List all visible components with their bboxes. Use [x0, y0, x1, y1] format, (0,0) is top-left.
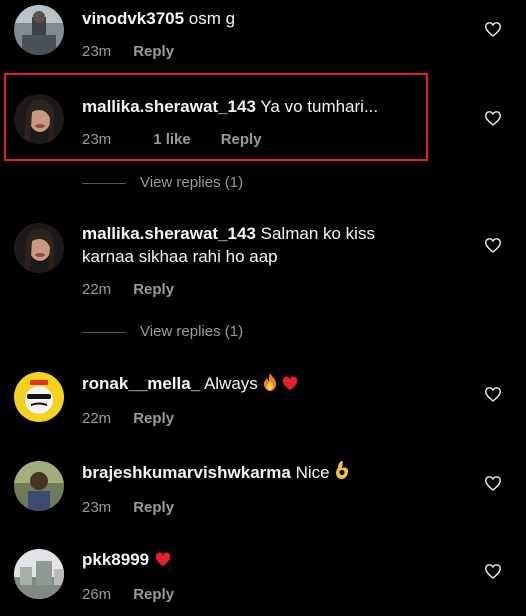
ok-hand-emoji — [334, 460, 350, 486]
avatar[interactable] — [14, 5, 64, 55]
avatar[interactable] — [14, 94, 64, 144]
comment-username[interactable]: brajeshkumarvishwkarma — [82, 463, 291, 482]
reply-button[interactable]: Reply — [133, 43, 174, 60]
comment-time: 23m — [82, 131, 112, 148]
comment-username[interactable]: mallika.sherawat_143 — [82, 97, 256, 116]
avatar[interactable] — [14, 223, 64, 273]
reply-button[interactable]: Reply — [133, 499, 174, 516]
comment-time: 23m — [82, 499, 112, 516]
like-heart-icon[interactable] — [484, 386, 502, 402]
comment-text: osm g — [188, 9, 236, 28]
comment-text: Ya vo tumhari... — [260, 97, 379, 116]
comment-time: 26m — [82, 586, 112, 603]
fire-emoji — [263, 373, 277, 397]
like-heart-icon[interactable] — [484, 475, 502, 491]
comment-text: Salman ko kiss — [260, 224, 375, 243]
comment-text-continued: karnaa sikhaa rahi ho aap — [82, 247, 278, 266]
view-replies-button[interactable]: View replies (1) — [82, 174, 243, 191]
like-heart-icon[interactable] — [484, 21, 502, 37]
comment-username[interactable]: vinodvk3705 — [82, 9, 184, 28]
red-heart-emoji — [281, 374, 299, 397]
reply-button[interactable]: Reply — [221, 131, 262, 148]
replies-divider — [82, 182, 126, 184]
comment-text: Always — [203, 374, 258, 393]
like-heart-icon[interactable] — [484, 237, 502, 253]
avatar[interactable] — [14, 461, 64, 511]
avatar[interactable] — [14, 372, 64, 422]
red-heart-emoji — [154, 550, 172, 573]
view-replies-label[interactable]: View replies (1) — [140, 174, 243, 191]
like-heart-icon[interactable] — [484, 563, 502, 579]
comment-username[interactable]: ronak__mella_ — [82, 374, 200, 393]
comment-text: Nice — [295, 463, 330, 482]
replies-divider — [82, 331, 126, 333]
reply-button[interactable]: Reply — [133, 281, 174, 298]
comment-time: 22m — [82, 281, 112, 298]
avatar[interactable] — [14, 549, 64, 599]
comment-time: 23m — [82, 43, 112, 60]
likes-count[interactable]: 1 like — [153, 131, 191, 148]
view-replies-label[interactable]: View replies (1) — [140, 323, 243, 340]
view-replies-button[interactable]: View replies (1) — [82, 323, 243, 340]
reply-button[interactable]: Reply — [133, 586, 174, 603]
comment-username[interactable]: mallika.sherawat_143 — [82, 224, 256, 243]
comment-time: 22m — [82, 410, 112, 427]
like-heart-icon[interactable] — [484, 110, 502, 126]
comment-username[interactable]: pkk8999 — [82, 550, 149, 569]
reply-button[interactable]: Reply — [133, 410, 174, 427]
